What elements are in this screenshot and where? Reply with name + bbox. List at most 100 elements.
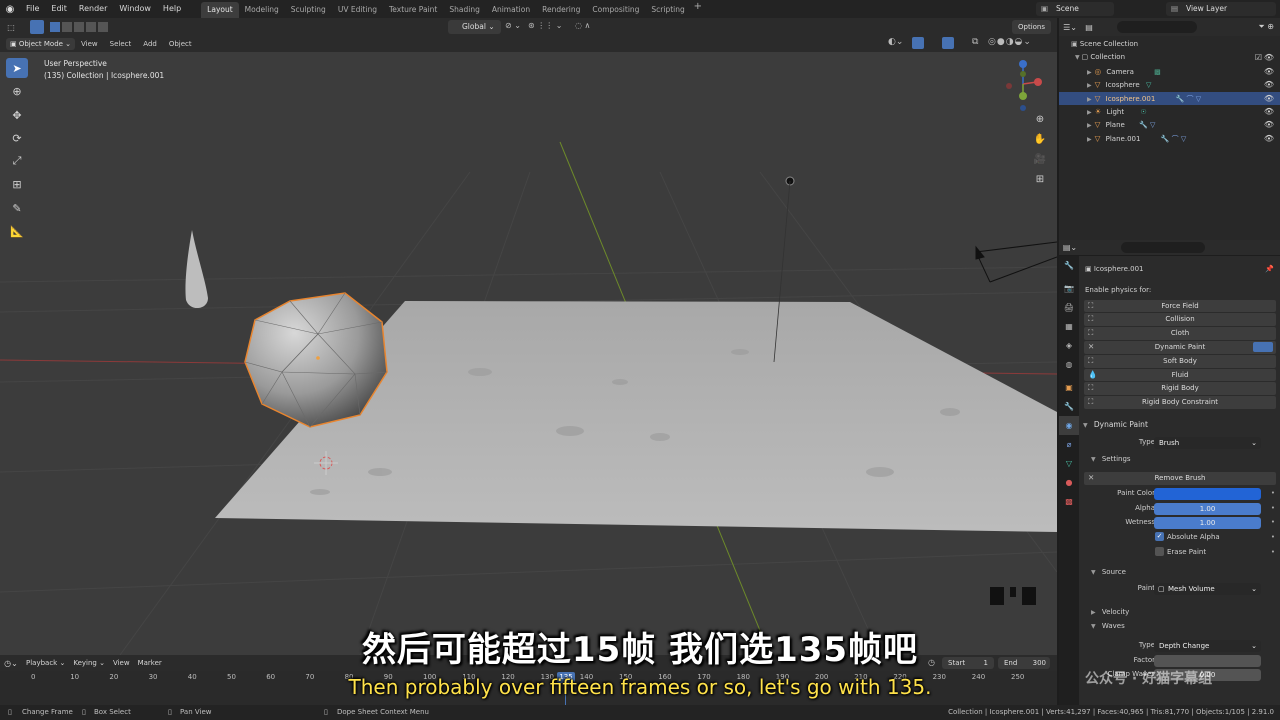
velocity-header[interactable]: ▶ Velocity <box>1081 606 1280 621</box>
settings-header[interactable]: ▼ Settings <box>1081 453 1280 468</box>
expand-icon[interactable]: ▶ <box>1087 69 1092 76</box>
physics-tab-icon[interactable]: ◉ <box>1059 416 1079 435</box>
rigid-body-button[interactable]: ⛶ Rigid Body <box>1084 382 1276 396</box>
mode-extend-icon[interactable] <box>62 22 72 32</box>
erase-paint-checkbox[interactable] <box>1155 546 1164 556</box>
texture-tab-icon[interactable]: ▩ <box>1059 492 1079 511</box>
tab-shading[interactable]: Shading <box>443 2 485 18</box>
tab-uv-editing[interactable]: UV Editing <box>332 2 383 18</box>
fluid-button[interactable]: 💧 Fluid <box>1084 368 1276 382</box>
menu-render[interactable]: Render <box>73 0 113 18</box>
tab-texture-paint[interactable]: Texture Paint <box>383 2 443 18</box>
zoom-icon[interactable]: ⊕ <box>1031 114 1049 134</box>
menu-help[interactable]: Help <box>157 0 187 18</box>
constraints-tab-icon[interactable]: ⌀ <box>1059 435 1079 454</box>
pan-hand-icon[interactable]: ✋ <box>1031 134 1049 154</box>
measure-tool-icon[interactable]: 📐 <box>6 221 28 241</box>
outliner-item-camera[interactable]: ▶ ◎ Camera ▩ 👁 <box>1059 65 1280 78</box>
paint-source-dropdown[interactable]: ▢ Mesh Volume ⌄ <box>1154 583 1261 596</box>
visibility-icon[interactable]: ◐⌄ <box>888 37 903 47</box>
force-field-button[interactable]: ⛶ Force Field <box>1084 299 1276 313</box>
tool-tab-icon[interactable]: 🔧 <box>1059 256 1079 275</box>
source-header[interactable]: ▼ Source <box>1081 566 1280 581</box>
object-tab-icon[interactable]: ▣ <box>1059 378 1079 397</box>
expand-icon[interactable]: ▼ <box>1081 569 1096 576</box>
keyframe-dot-icon[interactable]: • <box>1271 516 1275 529</box>
menu-view[interactable]: View <box>75 40 104 48</box>
view-layer-selector[interactable]: ▤ View Layer <box>1166 2 1276 16</box>
tab-rendering[interactable]: Rendering <box>536 2 586 18</box>
filter-icon[interactable]: ⏷ ⊕ <box>1258 22 1274 32</box>
blender-logo-icon[interactable]: ◉ <box>0 0 20 18</box>
menu-select[interactable]: Select <box>104 40 138 48</box>
expand-icon[interactable]: ▶ <box>1087 96 1092 103</box>
mode-intersect-icon[interactable] <box>98 22 108 32</box>
outliner-item-icosphere-001[interactable]: ▶ ▽ Icosphere.001 🔧 ⌒ ▽ 👁 <box>1059 91 1280 105</box>
properties-search-input[interactable] <box>1121 242 1205 253</box>
select-box-tool-icon[interactable]: ➤ <box>6 58 28 78</box>
absolute-alpha-checkbox[interactable]: ✓ <box>1155 531 1164 541</box>
cloth-button[interactable]: ⛶ Cloth <box>1084 327 1276 341</box>
pivot-icon[interactable]: ⊘ ⌄ <box>505 21 521 30</box>
shading-modes-icon[interactable]: ◎●◑◒⌄ <box>988 37 1032 47</box>
keyframe-dot-icon[interactable]: • <box>1271 502 1275 515</box>
expand-icon[interactable]: ▼ <box>1081 456 1096 463</box>
view-layer-tab-icon[interactable]: ▦ <box>1059 317 1079 336</box>
tab-sculpting[interactable]: Sculpting <box>285 2 332 18</box>
scene-collection-row[interactable]: ▣ Scene Collection <box>1059 38 1280 51</box>
world-tab-icon[interactable]: ◍ <box>1059 355 1079 374</box>
camera-view-icon[interactable]: 🎥 <box>1031 154 1049 174</box>
menu-edit[interactable]: Edit <box>45 0 73 18</box>
menu-add[interactable]: Add <box>137 40 163 48</box>
3d-viewport[interactable]: User Perspective (135) Collection | Icos… <box>0 52 1057 655</box>
scale-tool-icon[interactable]: ⤢ <box>6 151 28 171</box>
dynamic-paint-panel-header[interactable]: ▼ Dynamic Paint <box>1081 418 1280 433</box>
output-tab-icon[interactable]: 🖨 <box>1059 298 1079 317</box>
outliner-item-plane[interactable]: ▶ ▽ Plane 🔧 ▽ 👁 <box>1059 118 1280 131</box>
type-dropdown[interactable]: Brush ⌄ <box>1154 436 1261 449</box>
orientation-dropdown[interactable]: Global ⌄ <box>448 20 501 34</box>
eye-icon[interactable]: 👁 <box>1264 51 1274 64</box>
tab-compositing[interactable]: Compositing <box>586 2 645 18</box>
display-mode-icon[interactable]: ▤ <box>1081 23 1097 32</box>
snap-icon[interactable]: ⊛ ⋮⋮ ⌄ <box>528 21 563 30</box>
transform-tool-icon[interactable]: ⊞ <box>6 174 28 194</box>
eye-icon[interactable]: 👁 <box>1264 118 1274 131</box>
outliner-item-plane-001[interactable]: ▶ ▽ Plane.001 🔧 ⌒ ▽ 👁 <box>1059 132 1280 145</box>
proportional-edit-icon[interactable]: ◌ ∧ <box>575 21 590 30</box>
outliner-search-input[interactable] <box>1117 21 1197 33</box>
menu-object[interactable]: Object <box>163 40 198 48</box>
keyframe-dot-icon[interactable]: • <box>1271 487 1275 500</box>
gizmo-toggle-icon[interactable] <box>912 37 924 49</box>
move-tool-icon[interactable]: ✥ <box>6 105 28 125</box>
expand-icon[interactable]: ▶ <box>1087 122 1092 129</box>
pin-icon[interactable]: 📌 <box>1265 256 1274 282</box>
wetness-slider[interactable]: 1.00 <box>1154 517 1261 530</box>
eye-icon[interactable]: 👁 <box>1264 92 1274 105</box>
properties-editor-icon[interactable]: ▤⌄ <box>1059 243 1081 252</box>
cursor-tool-icon[interactable]: ⊕ <box>6 81 28 101</box>
mode-dropdown[interactable]: ▣ Object Mode ⌄ <box>6 38 76 50</box>
keyframe-dot-icon[interactable]: • <box>1271 546 1275 559</box>
expand-icon[interactable]: ▶ <box>1087 82 1092 89</box>
scene-selector[interactable]: ▣ Scene <box>1036 2 1114 16</box>
modifier-tab-icon[interactable]: 🔧 <box>1059 397 1079 416</box>
alpha-slider[interactable]: 1.00 <box>1154 502 1261 515</box>
outliner-editor-icon[interactable]: ☰⌄ <box>1059 23 1081 32</box>
options-button[interactable]: Options <box>1012 20 1052 34</box>
menu-file[interactable]: File <box>20 0 45 18</box>
overlay-toggle-icon[interactable] <box>942 37 954 49</box>
collapse-icon[interactable]: ▶ <box>1081 609 1096 616</box>
eye-icon[interactable]: 👁 <box>1264 78 1274 91</box>
xray-icon[interactable]: ⧉ <box>972 37 978 47</box>
outliner-item-icosphere[interactable]: ▶ ▽ Icosphere ▽ 👁 <box>1059 78 1280 91</box>
tab-layout[interactable]: Layout <box>201 1 239 18</box>
material-tab-icon[interactable]: ● <box>1059 473 1079 492</box>
render-tab-icon[interactable]: 📷 <box>1059 279 1079 298</box>
mode-new-icon[interactable] <box>50 22 60 32</box>
eye-icon[interactable]: 👁 <box>1264 65 1274 78</box>
rigid-body-constraint-button[interactable]: ⛶ Rigid Body Constraint <box>1084 396 1276 410</box>
expand-icon[interactable]: ▶ <box>1087 136 1092 143</box>
tab-scripting[interactable]: Scripting <box>645 2 690 18</box>
scene-tab-icon[interactable]: ◈ <box>1059 336 1079 355</box>
